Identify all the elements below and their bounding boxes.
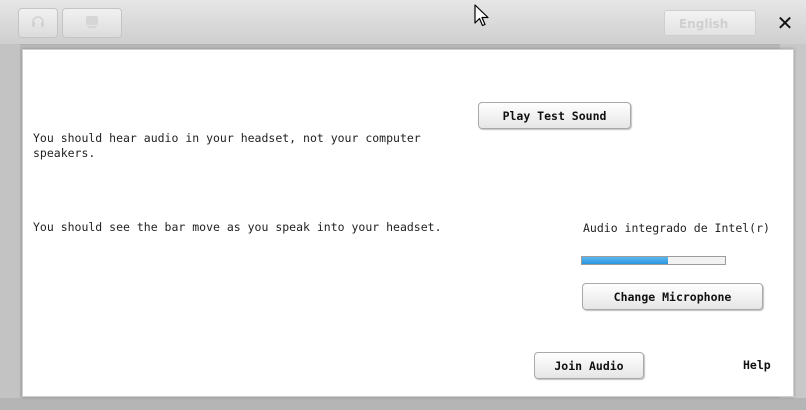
change-microphone-button[interactable]: Change Microphone xyxy=(582,283,763,310)
background-webcam-button xyxy=(62,8,122,38)
webcam-icon xyxy=(63,13,121,33)
audio-setup-screen: English ✕ You should hear audio in your … xyxy=(0,0,806,410)
headset-icon xyxy=(19,13,57,33)
microphone-instruction: You should see the bar move as you speak… xyxy=(33,220,442,234)
background-language-select: English xyxy=(664,10,756,36)
audio-setup-dialog: You should hear audio in your headset, n… xyxy=(22,49,794,397)
microphone-level-meter xyxy=(581,256,726,265)
help-link[interactable]: Help xyxy=(743,358,771,372)
background-headset-button xyxy=(18,8,58,38)
background-left-panel xyxy=(0,44,20,410)
microphone-level-fill xyxy=(582,257,668,264)
background-toolbar: English xyxy=(0,0,806,45)
play-test-sound-button[interactable]: Play Test Sound xyxy=(478,102,631,129)
background-bottom-strip xyxy=(0,398,806,410)
speaker-instruction: You should hear audio in your headset, n… xyxy=(33,131,421,160)
microphone-device-name: Audio integrado de Intel(r) xyxy=(583,221,770,235)
close-icon[interactable]: ✕ xyxy=(772,10,798,36)
join-audio-button[interactable]: Join Audio xyxy=(534,352,644,379)
